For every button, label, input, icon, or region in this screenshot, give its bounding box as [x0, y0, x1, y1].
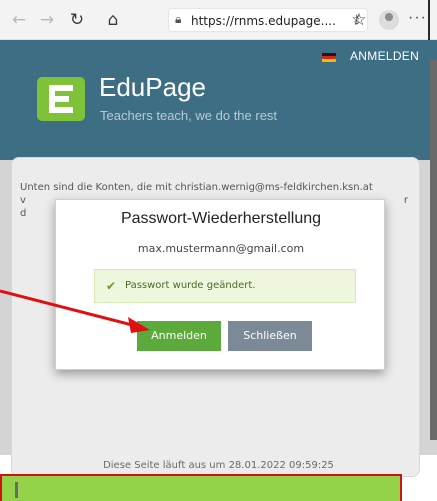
checkmark-icon: ✔: [106, 279, 117, 293]
annotation-callout: [0, 474, 402, 501]
favorite-icon[interactable]: ☆: [348, 9, 370, 31]
forward-icon[interactable]: →: [36, 9, 58, 31]
edupage-e-icon: [49, 85, 73, 113]
dialog-email: max.mustermann@gmail.com: [137, 242, 305, 255]
success-alert: ✔ Passwort wurde geändert.: [94, 269, 356, 303]
browser-toolbar: ← → ↻ ⌂ 🔒︎ https://rnms.edupage.... ⚷ ☆ …: [0, 0, 437, 40]
page-edge: [430, 60, 437, 440]
callout-marker-icon: [15, 482, 18, 498]
back-icon[interactable]: ←: [8, 9, 30, 31]
lock-icon: 🔒︎: [175, 12, 182, 26]
page-expiry-notice: Diese Seite läuft aus um 28.01.2022 09:5…: [103, 460, 334, 471]
dialog-title: Passwort-Wiederherstellung: [120, 210, 322, 227]
more-icon[interactable]: ···: [408, 9, 427, 27]
header-login-link[interactable]: ANMELDEN: [350, 49, 419, 63]
password-recovery-dialog: Passwort-Wiederherstellung max.musterman…: [55, 199, 385, 370]
close-button[interactable]: Schließen: [228, 321, 312, 351]
window-edge: [428, 0, 430, 40]
success-message: Passwort wurde geändert.: [125, 280, 256, 291]
profile-avatar[interactable]: [379, 10, 399, 30]
reload-icon[interactable]: ↻: [66, 9, 88, 31]
intro-line-1: Unten sind die Konten, die mit christian…: [20, 182, 373, 193]
url-text: https://rnms.edupage....: [191, 14, 336, 28]
brand-title: EduPage: [99, 72, 206, 102]
address-bar[interactable]: 🔒︎ https://rnms.edupage.... ⚷: [168, 8, 368, 32]
edupage-logo: [37, 77, 85, 121]
login-button[interactable]: Anmelden: [137, 321, 221, 351]
german-flag-icon[interactable]: [322, 53, 336, 62]
home-icon[interactable]: ⌂: [102, 9, 124, 31]
brand-tagline: Teachers teach, we do the rest: [100, 108, 278, 123]
